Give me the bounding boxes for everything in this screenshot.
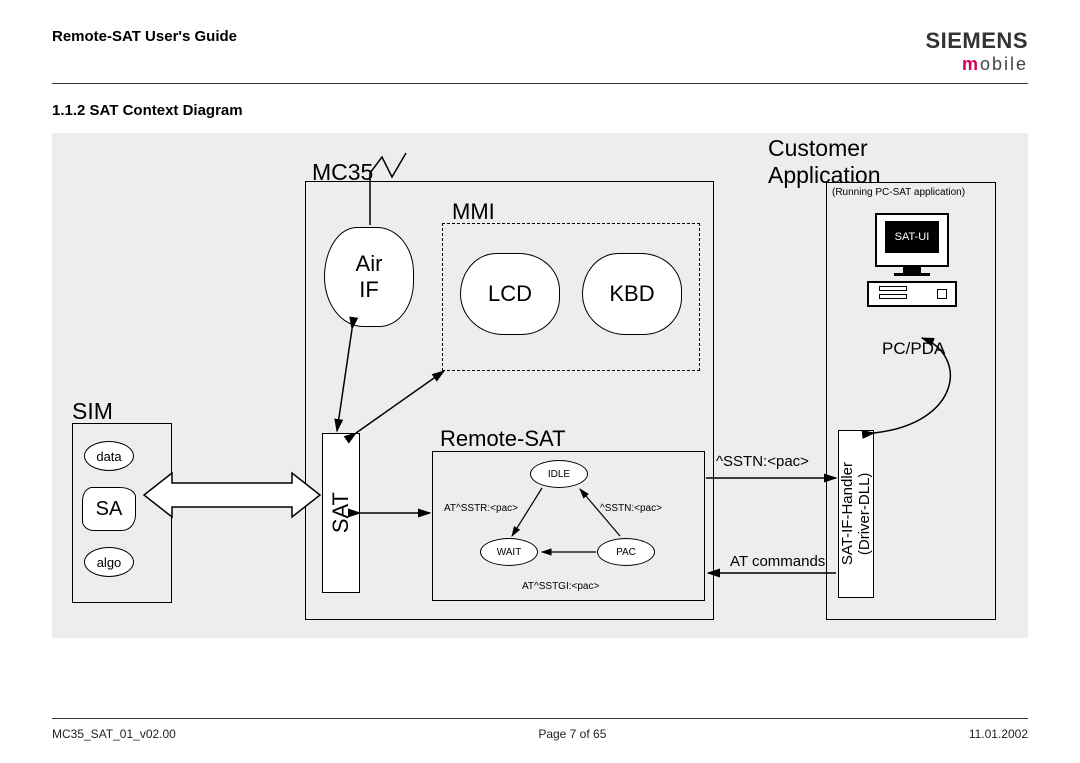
footer-date: 11.01.2002 [969, 727, 1028, 741]
arrows-overlay [52, 133, 1012, 638]
header-rule [52, 83, 1028, 84]
document-title: Remote-SAT User's Guide [52, 28, 237, 45]
footer-rule [52, 718, 1028, 719]
footer-doc-id: MC35_SAT_01_v02.00 [52, 727, 176, 741]
brand-line-2: mobile [925, 54, 1028, 75]
brand-line-1: SIEMENS [925, 28, 1028, 54]
sat-context-diagram: MC35 Air IF MMI LCD KBD SAT Remote-SAT I… [52, 133, 1028, 638]
footer-page: Page 7 of 65 [538, 727, 606, 741]
section-heading: 1.1.2 SAT Context Diagram [52, 102, 1028, 119]
brand-logo: SIEMENS mobile [925, 28, 1028, 75]
